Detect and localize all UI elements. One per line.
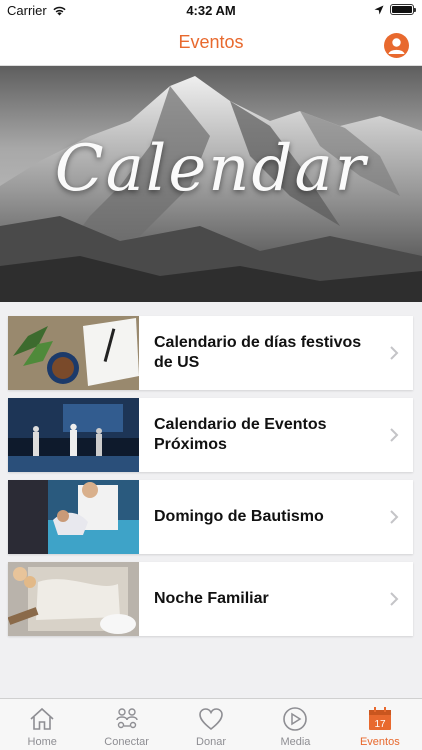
play-icon	[283, 707, 308, 731]
event-list: Calendario de días festivos de US Calend…	[8, 316, 413, 644]
tab-donar[interactable]: Donar	[169, 699, 253, 750]
event-thumbnail	[8, 316, 139, 390]
user-avatar-icon	[388, 38, 405, 54]
tab-label: Media	[280, 736, 311, 748]
status-time: 4:32 AM	[186, 3, 236, 18]
event-thumbnail	[8, 398, 139, 472]
status-right	[374, 4, 416, 15]
event-item-upcoming[interactable]: Calendario de Eventos Próximos	[8, 398, 413, 472]
tab-label: Donar	[196, 736, 226, 748]
tab-label: Conectar	[104, 736, 149, 748]
tab-bar: Home Conectar Donar Media 17 Eventos	[0, 698, 422, 750]
status-bar: Carrier 4:32 AM	[0, 0, 422, 22]
event-label: Calendario de Eventos Próximos	[154, 416, 327, 453]
tab-conectar[interactable]: Conectar	[84, 699, 168, 750]
tab-label: Eventos	[359, 736, 400, 748]
chevron-right-icon	[390, 346, 399, 360]
tab-home[interactable]: Home	[0, 699, 84, 750]
family-baking-photo	[8, 562, 139, 636]
event-thumbnail	[8, 562, 139, 636]
calendar-day-number: 17	[374, 719, 386, 730]
chevron-right-icon	[390, 428, 399, 442]
event-label: Calendario de días festivos de US	[154, 334, 362, 371]
location-arrow-icon	[374, 5, 384, 14]
battery-icon	[390, 4, 416, 15]
chevron-right-icon	[390, 510, 399, 524]
event-item-holidays[interactable]: Calendario de días festivos de US	[8, 316, 413, 390]
people-icon	[115, 708, 138, 729]
hero-banner: Calendar	[0, 66, 422, 302]
event-label: Noche Familiar	[154, 590, 269, 607]
heart-icon	[199, 708, 223, 731]
stage-worship-photo	[8, 398, 139, 472]
table-notebook-photo	[8, 316, 139, 390]
calendar-icon: 17	[368, 707, 391, 730]
baptism-photo	[8, 480, 139, 554]
tab-media[interactable]: Media	[253, 699, 337, 750]
hero-title: Calendar	[54, 132, 368, 206]
house-icon	[30, 707, 54, 730]
nav-bar: Eventos	[0, 22, 422, 66]
profile-button[interactable]	[384, 33, 409, 58]
event-thumbnail	[8, 480, 139, 554]
event-label: Domingo de Bautismo	[154, 508, 324, 525]
event-item-baptism[interactable]: Domingo de Bautismo	[8, 480, 413, 554]
page-title: Eventos	[178, 32, 244, 52]
tab-eventos[interactable]: 17 Eventos	[338, 699, 422, 750]
tab-label: Home	[27, 736, 57, 748]
chevron-right-icon	[390, 592, 399, 606]
event-item-family-night[interactable]: Noche Familiar	[8, 562, 413, 636]
